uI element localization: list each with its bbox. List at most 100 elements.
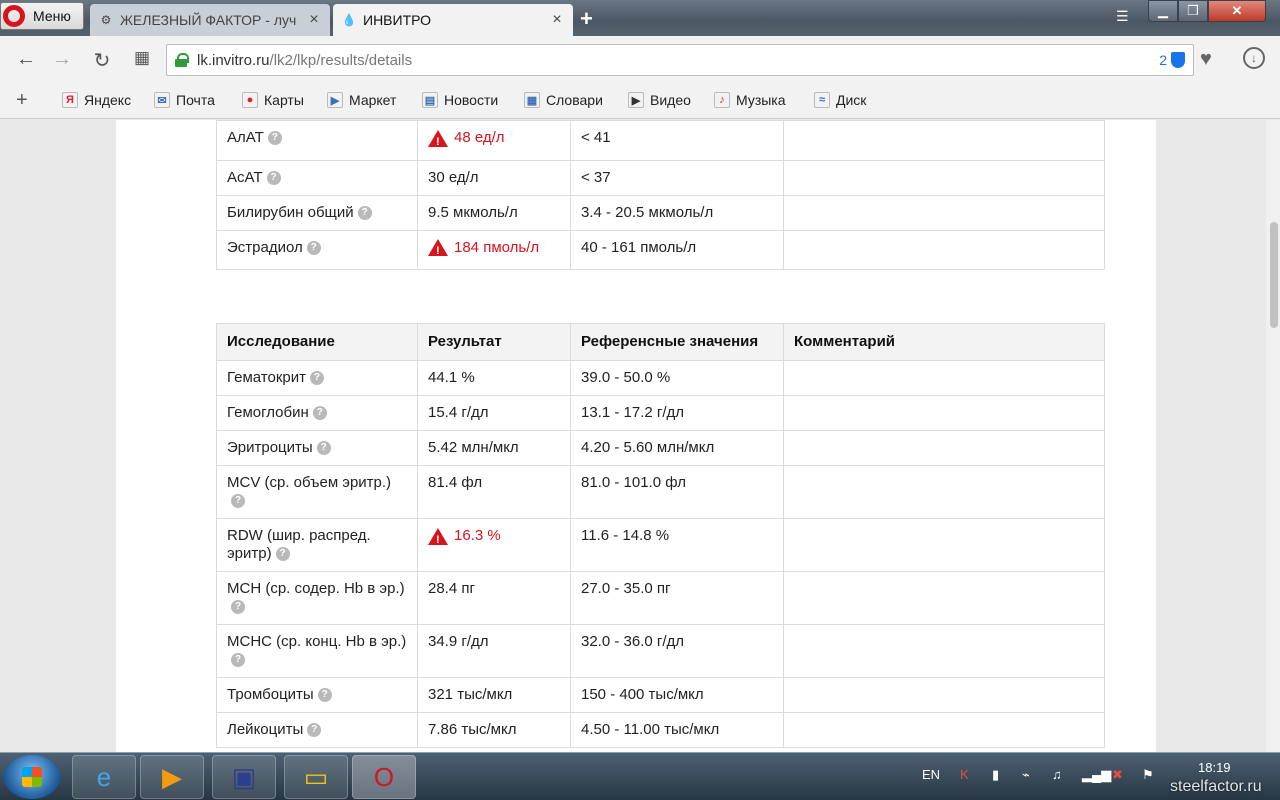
result-cell: 28.4 пг	[417, 571, 571, 625]
add-bookmark-icon[interactable]: +	[16, 89, 28, 112]
watermark: steelfactor.ru	[1170, 778, 1262, 795]
test-name: Гематокрит	[227, 369, 306, 386]
address-bar[interactable]: lk.invitro.ru/lk2/lkp/results/details 2	[166, 44, 1194, 76]
internet-explorer-icon[interactable]: e	[72, 755, 136, 799]
forward-arrow-icon[interactable]: →	[50, 48, 74, 71]
comment-cell	[783, 624, 1105, 678]
table-row: Тромбоциты? 321 тыс/мкл 150 - 400 тыс/мкл	[216, 677, 1105, 713]
scrollbar-thumb[interactable]	[1270, 222, 1278, 328]
sound-muted-icon[interactable]: ♫	[1052, 767, 1062, 782]
tab-title: ИНВИТРО	[363, 12, 432, 28]
warning-triangle-icon	[428, 239, 448, 260]
test-name-cell: Эритроциты?	[216, 430, 418, 466]
help-question-icon[interactable]: ?	[231, 653, 245, 668]
antivirus-icon[interactable]: K	[960, 767, 969, 782]
help-question-icon[interactable]: ?	[267, 131, 282, 146]
bookmark-disk[interactable]: ≈ Диск	[814, 92, 866, 108]
help-question-icon[interactable]: ?	[266, 170, 281, 185]
start-button[interactable]	[4, 755, 60, 799]
reference-value: 40 - 161 пмоль/л	[581, 238, 697, 256]
help-question-icon[interactable]: ?	[309, 371, 324, 386]
url-text[interactable]: lk.invitro.ru/lk2/lkp/results/details	[197, 52, 1159, 69]
opera-icon[interactable]: O	[352, 755, 416, 799]
reload-icon[interactable]: ↻	[90, 48, 114, 73]
bookmark-yandex[interactable]: Я Яндекс	[62, 92, 131, 108]
abnormal-result: 48 ед/л	[428, 129, 505, 151]
signal-icon[interactable]: ▂▄▆	[1082, 767, 1111, 783]
tab-zheleznyi-faktor[interactable]: ⚙ ЖЕЛЕЗНЫЙ ФАКТОР - луч ×	[90, 4, 330, 36]
speed-dial-grid-icon[interactable]: ▦	[130, 48, 154, 68]
invitro-drop-icon: 💧	[341, 13, 357, 27]
minimize-button[interactable]: ▁	[1148, 0, 1178, 22]
abnormal-result: 184 пмоль/л	[428, 239, 539, 260]
result-value: 48 ед/л	[454, 129, 505, 146]
help-question-icon[interactable]: ?	[231, 494, 245, 509]
help-question-icon[interactable]: ?	[317, 688, 332, 703]
disk-icon: ≈	[814, 92, 830, 108]
bookmark-news[interactable]: ▤ Новости	[422, 92, 498, 108]
bookmark-mail[interactable]: ✉ Почта	[154, 92, 215, 108]
bookmark-video[interactable]: ▶ Видео	[628, 92, 691, 108]
adblock-count: 2	[1159, 52, 1167, 68]
flag-icon[interactable]: ⚑	[1142, 767, 1154, 783]
windows-taskbar: e ▶ ▣ ▭ O EN K ▮ ⌁ ♫ ▂▄▆ ✖ ⚑ 18:19	[0, 752, 1280, 800]
table-header-row: Исследование Результат Референсные значе…	[216, 323, 1105, 361]
save-disk-icon[interactable]: ▣	[212, 755, 276, 799]
table-row: Гематокрит? 44.1 % 39.0 - 50.0 %	[216, 360, 1105, 396]
result-cell: 15.4 г/дл	[417, 395, 571, 431]
scrollbar-track[interactable]	[1266, 120, 1280, 752]
help-question-icon[interactable]: ?	[306, 240, 321, 255]
help-question-icon[interactable]: ?	[275, 547, 290, 562]
test-name: АлАТ	[227, 129, 264, 146]
help-question-icon[interactable]: ?	[316, 441, 331, 456]
help-question-icon[interactable]: ?	[307, 723, 322, 738]
close-tab-icon[interactable]: ×	[306, 11, 322, 29]
test-name: АсАТ	[227, 168, 263, 186]
test-name-cell: Лейкоциты?	[216, 712, 418, 748]
result-cell: 9.5 мкмоль/л	[417, 194, 571, 231]
reference-value: 4.50 - 11.00 тыс/мкл	[581, 721, 720, 738]
reference-value: 32.0 - 36.0 г/дл	[581, 633, 685, 650]
close-window-button[interactable]: ✕	[1208, 0, 1266, 22]
language-indicator[interactable]: EN	[922, 767, 940, 782]
back-arrow-icon[interactable]: ←	[14, 48, 38, 71]
tab-menu-icon[interactable]: ☰	[1116, 8, 1129, 25]
opera-menu-button[interactable]: Меню	[0, 2, 84, 30]
device-icon[interactable]: ▮	[992, 767, 999, 783]
result-cell: 184 пмоль/л	[417, 229, 571, 270]
maximize-button[interactable]: ❐	[1178, 0, 1208, 22]
bookmark-heart-icon[interactable]: ♥	[1200, 48, 1212, 71]
file-explorer-icon[interactable]: ▭	[284, 755, 348, 799]
new-tab-button[interactable]: +	[580, 6, 593, 32]
help-question-icon[interactable]: ?	[357, 205, 372, 220]
result-value: 321 тыс/мкл	[428, 686, 513, 703]
clock[interactable]: 18:19	[1198, 760, 1231, 775]
download-icon[interactable]: ↓	[1243, 47, 1265, 69]
test-name: Тромбоциты	[227, 686, 314, 703]
comment-cell	[783, 194, 1105, 231]
map-pin-icon: ●	[242, 92, 258, 108]
bookmark-music[interactable]: ♪ Музыка	[714, 92, 786, 108]
network-icon[interactable]: ⌁	[1022, 767, 1030, 783]
adblock-shield-icon[interactable]	[1171, 52, 1185, 68]
bookmark-map-pin[interactable]: ● Карты	[242, 92, 304, 108]
reference-value: 3.4 - 20.5 мкмоль/л	[581, 203, 714, 221]
bookmark-label: Карты	[264, 92, 304, 108]
close-tab-icon[interactable]: ×	[549, 11, 565, 29]
browser-title-bar: Меню ⚙ ЖЕЛЕЗНЫЙ ФАКТОР - луч × 💧 ИНВИТРО…	[0, 0, 1280, 36]
reference-cell: 4.20 - 5.60 млн/мкл	[570, 430, 784, 466]
bookmark-market[interactable]: ▶ Маркет	[327, 92, 396, 108]
menu-label: Меню	[33, 8, 71, 24]
media-player-icon[interactable]: ▶	[140, 755, 204, 799]
result-cell: 30 ед/л	[417, 159, 571, 196]
warning-triangle-icon	[428, 129, 448, 151]
comment-cell	[783, 677, 1105, 713]
help-question-icon[interactable]: ?	[312, 406, 327, 421]
result-cell: 48 ед/л	[417, 120, 571, 161]
help-question-icon[interactable]: ?	[231, 600, 245, 615]
bookmark-dictionary[interactable]: ▦ Словари	[524, 92, 603, 108]
action-center-icon[interactable]: ✖	[1112, 767, 1123, 783]
tab-invitro[interactable]: 💧 ИНВИТРО ×	[333, 4, 573, 36]
comment-cell	[783, 465, 1105, 519]
reference-cell: 13.1 - 17.2 г/дл	[570, 395, 784, 431]
